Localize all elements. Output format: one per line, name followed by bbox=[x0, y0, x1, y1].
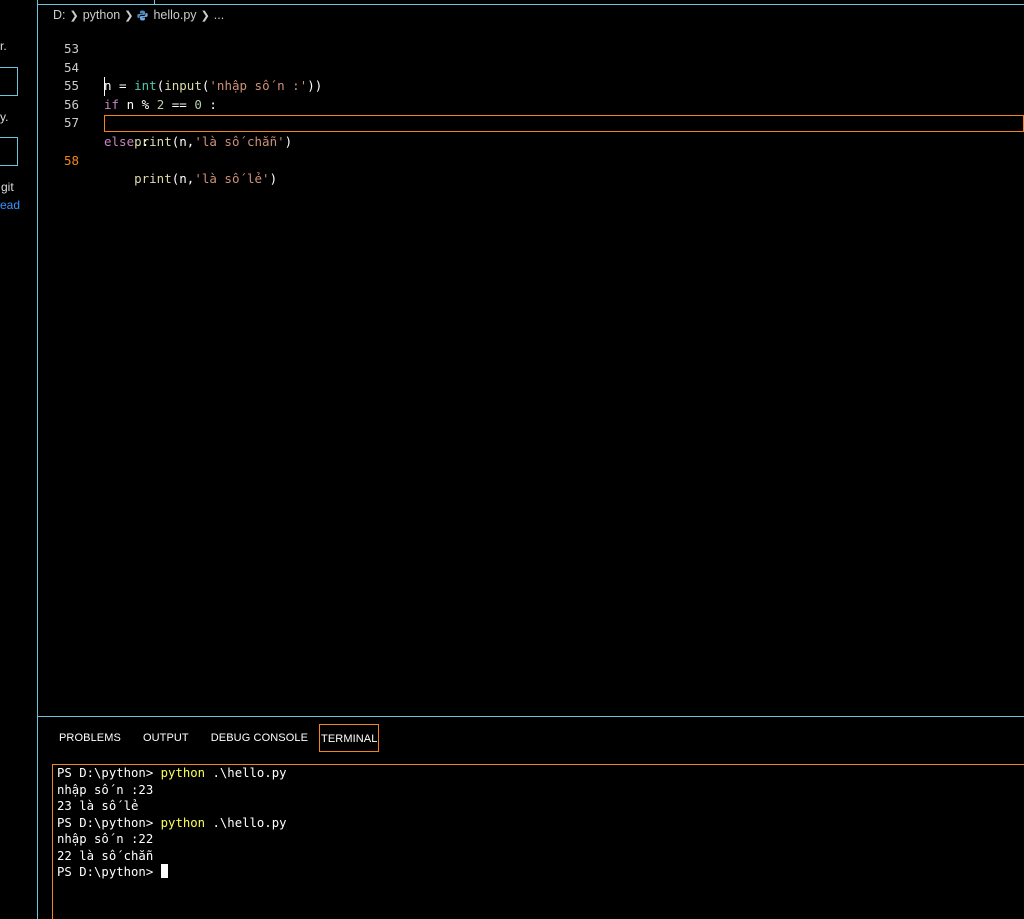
code-line: 54 n = int(input('nhập số n :')) bbox=[38, 40, 1024, 94]
current-line-highlight bbox=[104, 114, 1024, 132]
side-bar: r. y. git ead bbox=[0, 0, 38, 919]
terminal-line: 23 là số lẻ bbox=[57, 799, 139, 813]
tab-debug-console[interactable]: DEBUG CONSOLE bbox=[200, 724, 319, 752]
indent-guide bbox=[104, 77, 105, 96]
terminal-prompt: PS D:\python> bbox=[57, 865, 161, 879]
sidebar-text-fragment: y. bbox=[0, 110, 9, 124]
sidebar-input-box[interactable] bbox=[0, 137, 18, 166]
terminal-args: .\hello.py bbox=[205, 766, 287, 780]
code-line: 53 bbox=[38, 21, 1024, 56]
terminal-line: PS D:\python> bbox=[57, 864, 1024, 881]
breadcrumb-file[interactable]: hello.py bbox=[153, 8, 196, 22]
code-line-active: 58 print(n,'là số lẻ') bbox=[38, 114, 1024, 186]
terminal-cursor bbox=[160, 864, 168, 878]
terminal-prompt: PS D:\python> bbox=[57, 815, 161, 830]
terminal[interactable]: PS D:\python> python .\hello.py nhập số … bbox=[52, 764, 1024, 919]
tab-terminal[interactable]: TERMINAL bbox=[319, 724, 380, 752]
line-number: 58 bbox=[63, 152, 79, 168]
terminal-command: python bbox=[160, 766, 206, 780]
code-line: 55 if n % 2 == 0 : bbox=[38, 59, 1024, 112]
terminal-line: nhập số n :22 bbox=[57, 832, 154, 846]
code-text: print(n,'là số lẻ') bbox=[134, 171, 278, 186]
chevron-right-icon: ❯ bbox=[200, 9, 210, 22]
tab-output[interactable]: OUTPUT bbox=[132, 724, 200, 752]
terminal-command: python bbox=[160, 815, 206, 830]
panel-tabs: PROBLEMS OUTPUT DEBUG CONSOLE TERMINAL bbox=[48, 723, 380, 753]
terminal-line: PS D:\python> python .\hello.py bbox=[57, 815, 1024, 832]
code-line: 57 else : bbox=[38, 96, 1024, 149]
chevron-right-icon: ❯ bbox=[124, 9, 134, 22]
sidebar-input-box[interactable] bbox=[0, 67, 18, 96]
code-line: 56 print(n,'là số chẵn') bbox=[38, 77, 1024, 149]
breadcrumb-drive[interactable]: D: bbox=[53, 8, 66, 22]
terminal-line: nhập số n :23 bbox=[57, 782, 154, 797]
sidebar-link-fragment[interactable]: ead bbox=[0, 198, 20, 212]
code-text: else : bbox=[104, 133, 150, 149]
tab-divider bbox=[154, 0, 155, 4]
chevron-right-icon: ❯ bbox=[69, 9, 79, 22]
code-editor[interactable]: 53 54 n = int(input('nhập số n :')) 55 i… bbox=[38, 24, 1024, 716]
terminal-args: .\hello.py bbox=[205, 815, 287, 830]
tab-problems[interactable]: PROBLEMS bbox=[48, 724, 132, 752]
terminal-line: 22 là số chẵn bbox=[57, 848, 154, 863]
breadcrumb-more[interactable]: ... bbox=[214, 8, 224, 22]
terminal-prompt: PS D:\python> bbox=[57, 766, 161, 780]
sidebar-text-fragment: git bbox=[1, 180, 14, 194]
python-file-icon bbox=[137, 10, 149, 21]
bottom-panel: PROBLEMS OUTPUT DEBUG CONSOLE TERMINAL P… bbox=[38, 716, 1024, 919]
terminal-line: PS D:\python> python .\hello.py bbox=[57, 765, 1024, 782]
sidebar-text-fragment: r. bbox=[0, 39, 7, 53]
breadcrumb-folder[interactable]: python bbox=[83, 8, 121, 22]
